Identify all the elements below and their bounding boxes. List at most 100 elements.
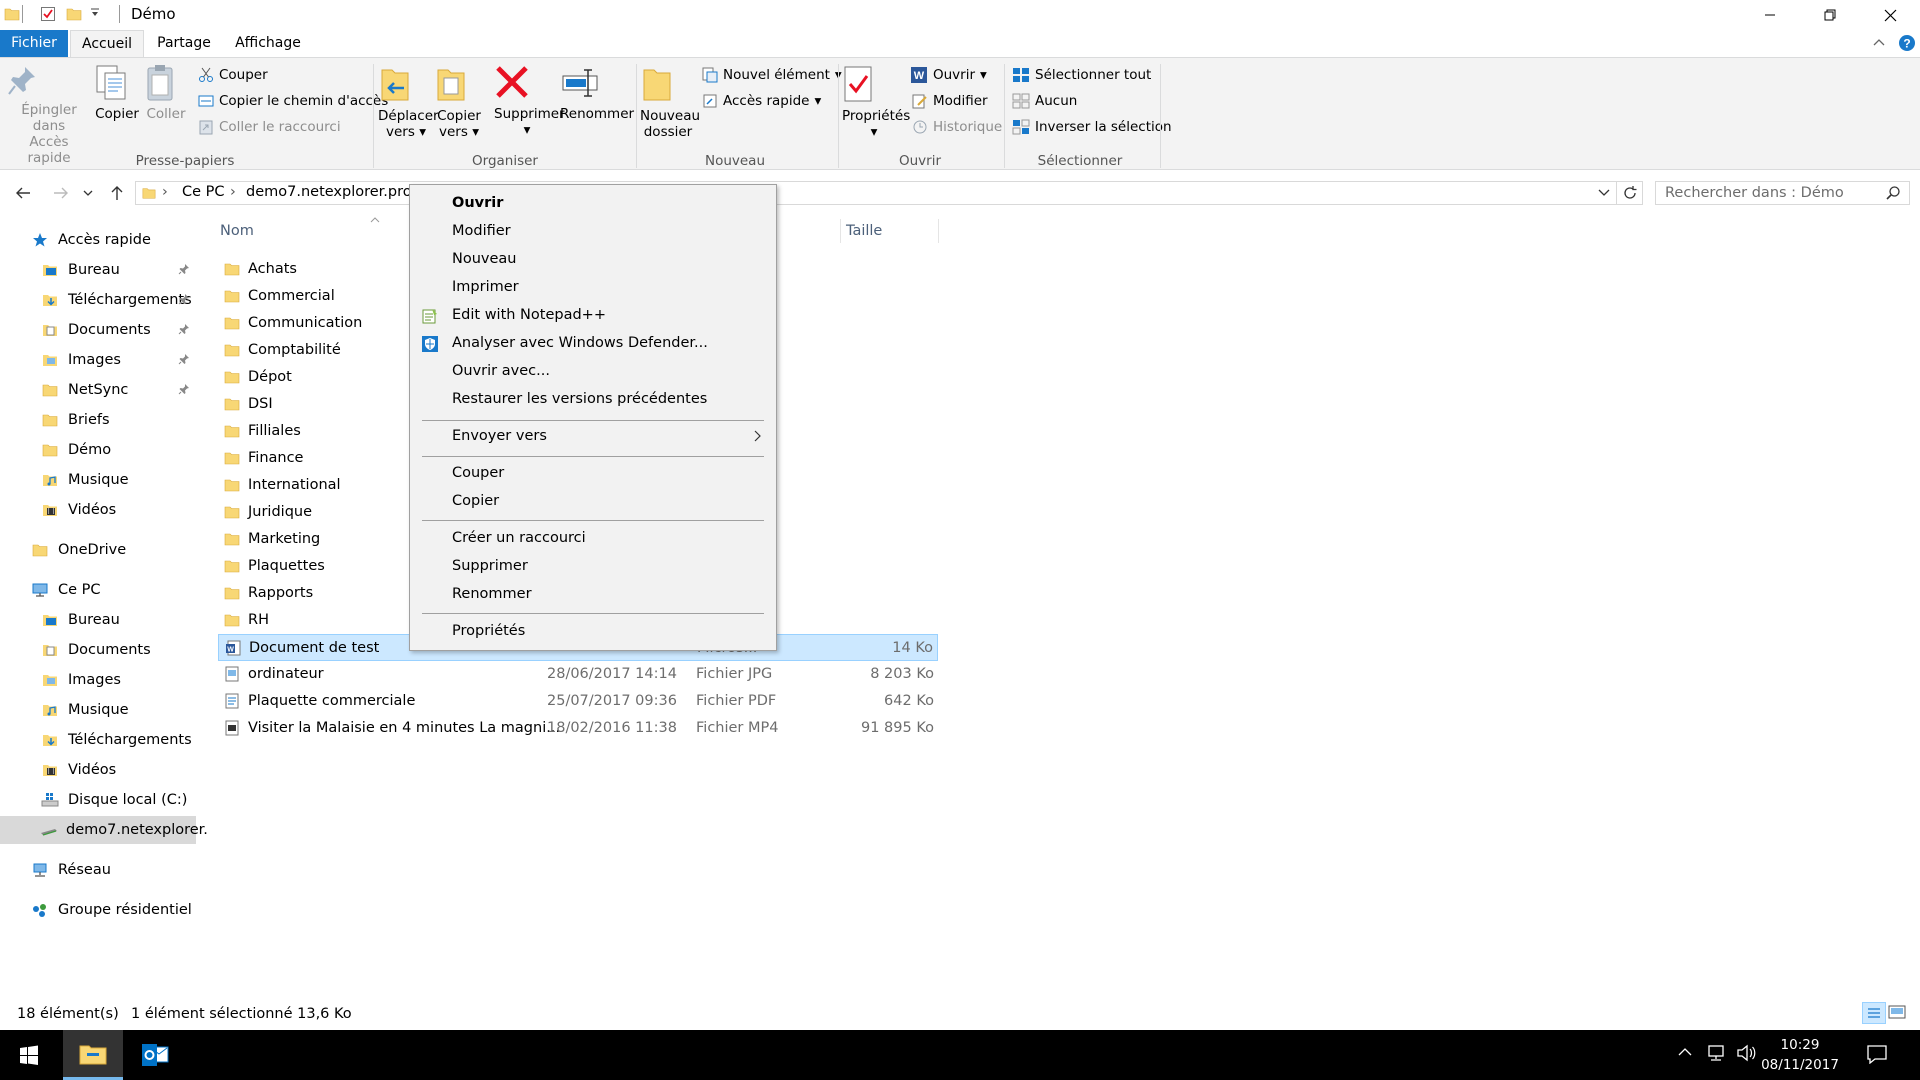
- nav-item-musique[interactable]: Musique: [0, 466, 196, 494]
- copy-to-button[interactable]: Copier vers ▾: [434, 64, 484, 140]
- show-hidden-icons-icon[interactable]: [1678, 1047, 1692, 1057]
- taskbar-clock[interactable]: 10:29 08/11/2017: [1760, 1035, 1840, 1075]
- taskbar-outlook[interactable]: [128, 1030, 182, 1080]
- file-row[interactable]: Plaquette commerciale 25/07/2017 09:36 Fic…: [218, 688, 938, 715]
- nav-item-telechargements[interactable]: Téléchargements: [0, 286, 196, 314]
- copy-path-button[interactable]: Copier le chemin d'accès: [198, 91, 388, 111]
- up-button[interactable]: [104, 181, 130, 205]
- recent-locations-button[interactable]: [80, 181, 96, 205]
- nav-item-bureau[interactable]: Bureau: [0, 256, 196, 284]
- minimize-button[interactable]: [1740, 0, 1800, 30]
- menu-item-supprimer[interactable]: Supprimer: [452, 552, 528, 580]
- nav-this-pc[interactable]: Ce PC: [0, 576, 196, 604]
- nav-item-images[interactable]: Images: [0, 346, 196, 374]
- new-folder-button[interactable]: Nouveau dossier: [640, 64, 700, 140]
- menu-item-ouvrir[interactable]: Ouvrir: [452, 189, 503, 217]
- tab-partage[interactable]: Partage: [150, 30, 218, 57]
- move-to-button[interactable]: Déplacer vers ▾: [378, 64, 439, 140]
- menu-item-restaurer[interactable]: Restaurer les versions précédentes: [452, 385, 707, 413]
- pin-quick-access-button[interactable]: Épingler dans Accès rapide: [6, 64, 92, 166]
- new-folder-quick-icon[interactable]: [66, 6, 82, 22]
- file-row[interactable]: ordinateur 28/06/2017 14:14 Fichier JPG 8 2…: [218, 661, 938, 688]
- menu-item-modifier[interactable]: Modifier: [452, 217, 511, 245]
- menu-item-nouveau[interactable]: Nouveau: [452, 245, 517, 273]
- menu-item-creer-raccourci[interactable]: Créer un raccourci: [452, 524, 586, 552]
- action-center-icon[interactable]: [1866, 1044, 1888, 1064]
- rename-button[interactable]: Renommer: [560, 64, 634, 122]
- nav-pc-telechargements[interactable]: Téléchargements: [0, 726, 196, 754]
- nav-onedrive[interactable]: OneDrive: [0, 536, 196, 564]
- folder-icon: [142, 186, 156, 200]
- copy-button[interactable]: Copier: [94, 64, 140, 122]
- nav-pc-musique[interactable]: Musique: [0, 696, 196, 724]
- nav-pc-local-disk[interactable]: Disque local (C:): [0, 786, 196, 814]
- nav-pc-documents[interactable]: Documents: [0, 636, 196, 664]
- paste-icon: [144, 64, 188, 102]
- menu-item-copier[interactable]: Copier: [452, 487, 499, 515]
- select-all-button[interactable]: Sélectionner tout: [1012, 65, 1151, 85]
- file-name: Commercial: [248, 288, 335, 304]
- notepad-plus-plus-icon: [421, 307, 439, 325]
- restore-button[interactable]: [1800, 0, 1860, 30]
- menu-item-notepad[interactable]: Edit with Notepad++: [452, 301, 606, 329]
- delete-button[interactable]: Supprimer ▾: [494, 64, 565, 138]
- forward-button[interactable]: [48, 181, 74, 205]
- nav-item-netsync[interactable]: NetSync: [0, 376, 196, 404]
- menu-item-renommer[interactable]: Renommer: [452, 580, 532, 608]
- taskbar-file-explorer[interactable]: [63, 1030, 123, 1080]
- back-button[interactable]: [10, 181, 36, 205]
- help-icon[interactable]: ?: [1898, 34, 1916, 52]
- nav-pc-videos[interactable]: Vidéos: [0, 756, 196, 784]
- edit-button[interactable]: Modifier: [912, 91, 988, 111]
- menu-item-imprimer[interactable]: Imprimer: [452, 273, 519, 301]
- tab-affichage[interactable]: Affichage: [226, 30, 310, 57]
- easy-access-button[interactable]: Accès rapide ▾: [702, 91, 821, 111]
- tab-fichier[interactable]: Fichier: [0, 30, 68, 57]
- pin-icon: [178, 383, 190, 395]
- file-type: Fichier MP4: [696, 720, 779, 736]
- paste-button[interactable]: Coller: [144, 64, 188, 122]
- properties-button[interactable]: Propriétés ▾: [842, 64, 910, 140]
- menu-item-proprietes[interactable]: Propriétés: [452, 617, 525, 645]
- nav-homegroup[interactable]: Groupe résidentiel: [0, 896, 196, 924]
- menu-item-couper[interactable]: Couper: [452, 459, 504, 487]
- file-row[interactable]: Visiter la Malaisie en 4 minutes La magn…: [218, 715, 938, 742]
- tab-accueil[interactable]: Accueil: [70, 30, 144, 58]
- volume-icon[interactable]: [1736, 1044, 1756, 1062]
- column-header-name[interactable]: Nom: [220, 223, 254, 239]
- start-button[interactable]: [0, 1030, 58, 1080]
- new-item-button[interactable]: Nouvel élément ▾: [702, 65, 842, 85]
- nav-quick-access[interactable]: Accès rapide: [0, 226, 196, 254]
- nav-item-documents[interactable]: Documents: [0, 316, 196, 344]
- nav-pc-bureau[interactable]: Bureau: [0, 606, 196, 634]
- network-status-icon[interactable]: [1706, 1044, 1726, 1062]
- paste-shortcut-button[interactable]: Coller le raccourci: [198, 117, 341, 137]
- history-button[interactable]: Historique: [912, 117, 1002, 137]
- open-button[interactable]: W Ouvrir ▾: [910, 65, 987, 85]
- invert-selection-button[interactable]: Inverser la sélection: [1012, 117, 1172, 137]
- nav-item-videos[interactable]: Vidéos: [0, 496, 196, 524]
- large-icons-view-button[interactable]: [1888, 1005, 1906, 1019]
- breadcrumb-ce-pc[interactable]: Ce PC: [182, 184, 225, 200]
- customize-toolbar-icon[interactable]: [90, 8, 100, 18]
- address-dropdown-icon[interactable]: [1598, 189, 1610, 197]
- nav-pc-network-drive[interactable]: demo7.netexplorer.: [0, 816, 208, 844]
- nav-item-demo[interactable]: Démo: [0, 436, 196, 464]
- ribbon-collapse-icon[interactable]: [1872, 36, 1886, 50]
- menu-item-defender[interactable]: Analyser avec Windows Defender...: [452, 329, 708, 357]
- search-input[interactable]: Rechercher dans : Démo: [1655, 181, 1910, 205]
- menu-item-ouvrir-avec[interactable]: Ouvrir avec...: [452, 357, 550, 385]
- column-header-size[interactable]: Taille: [846, 223, 882, 239]
- address-bar[interactable]: › Ce PC › demo7.netexplorer.pro (: [135, 181, 1643, 205]
- breadcrumb-netexplorer[interactable]: demo7.netexplorer.pro (: [246, 184, 422, 200]
- nav-item-briefs[interactable]: Briefs: [0, 406, 196, 434]
- cut-button[interactable]: Couper: [198, 65, 268, 85]
- select-none-button[interactable]: Aucun: [1012, 91, 1077, 111]
- nav-network[interactable]: Réseau: [0, 856, 196, 884]
- menu-item-envoyer-vers[interactable]: Envoyer vers: [452, 422, 547, 450]
- nav-pc-images[interactable]: Images: [0, 666, 196, 694]
- close-button[interactable]: [1860, 0, 1920, 30]
- details-view-button[interactable]: [1862, 1002, 1886, 1024]
- properties-quick-icon[interactable]: [40, 6, 56, 22]
- refresh-icon[interactable]: [1622, 185, 1638, 201]
